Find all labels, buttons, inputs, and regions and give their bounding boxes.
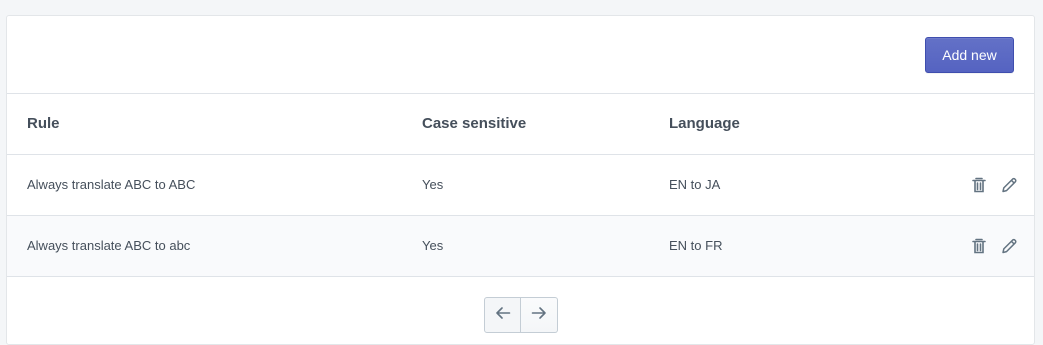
- actions-cell: [909, 154, 1034, 216]
- column-header-rule: Rule: [7, 93, 402, 155]
- arrow-right-icon: [529, 303, 549, 328]
- rules-table: Rule Case sensitive Language Always tran…: [7, 93, 1034, 277]
- actions-cell: [909, 215, 1034, 277]
- previous-page-button[interactable]: [484, 297, 521, 333]
- table-row: Always translate ABC to ABC Yes EN to JA: [7, 154, 1034, 216]
- case-sensitive-cell: Yes: [402, 154, 649, 216]
- trash-icon[interactable]: [969, 175, 989, 195]
- pencil-icon[interactable]: [999, 175, 1019, 195]
- add-new-button[interactable]: Add new: [925, 37, 1014, 73]
- case-sensitive-cell: Yes: [402, 215, 649, 277]
- column-header-case-sensitive: Case sensitive: [402, 93, 649, 155]
- pagination: [484, 297, 558, 333]
- column-header-actions: [909, 93, 1034, 155]
- language-cell: EN to JA: [649, 154, 909, 216]
- column-header-language: Language: [649, 93, 909, 155]
- card-header: Add new: [7, 16, 1034, 94]
- arrow-left-icon: [493, 303, 513, 328]
- pencil-icon[interactable]: [999, 236, 1019, 256]
- next-page-button[interactable]: [521, 297, 558, 333]
- table-row: Always translate ABC to abc Yes EN to FR: [7, 215, 1034, 277]
- trash-icon[interactable]: [969, 236, 989, 256]
- rule-cell: Always translate ABC to ABC: [7, 154, 402, 216]
- language-cell: EN to FR: [649, 215, 909, 277]
- table-header-row: Rule Case sensitive Language: [7, 93, 1034, 155]
- glossary-rules-card: Add new Rule Case sensitive Language Alw…: [6, 15, 1035, 345]
- rule-cell: Always translate ABC to abc: [7, 215, 402, 277]
